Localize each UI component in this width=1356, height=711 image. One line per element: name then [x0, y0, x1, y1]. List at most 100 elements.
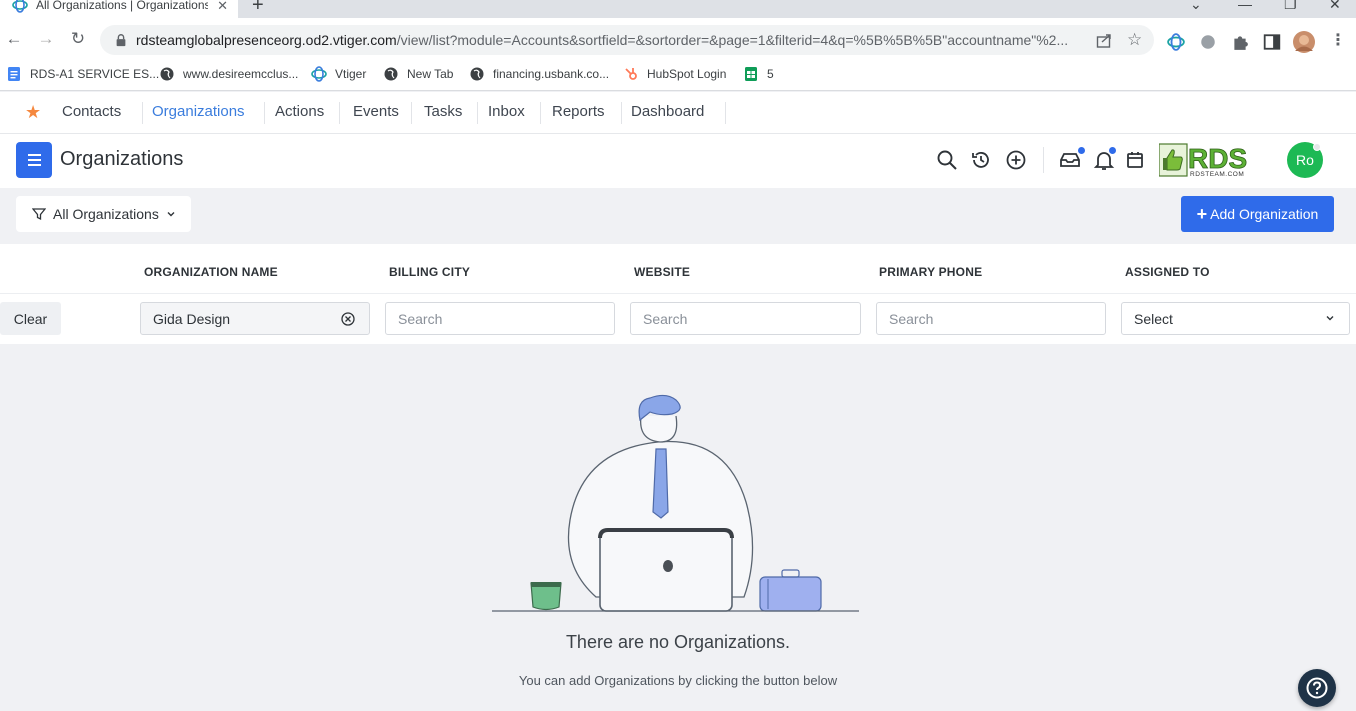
nav-item-reports[interactable]: Reports	[552, 92, 605, 134]
help-button[interactable]	[1298, 669, 1336, 707]
website-search-placeholder: Search	[643, 310, 688, 327]
question-mark-icon	[1306, 677, 1328, 699]
extension-icon[interactable]	[1199, 33, 1217, 51]
column-header-primary-phone[interactable]: PRIMARY PHONE	[879, 265, 982, 279]
bookmark-label: RDS-A1 SERVICE ES...	[30, 67, 160, 81]
tab-search-icon[interactable]: ⌄	[1190, 0, 1202, 13]
filter-label: All Organizations	[53, 206, 159, 222]
nav-divider	[540, 102, 541, 124]
browser-menu-icon[interactable]: ⋮	[1330, 30, 1346, 49]
nav-item-events[interactable]: Events	[353, 92, 399, 134]
bookmark-label: www.desireemcclus...	[183, 67, 299, 81]
svg-text:RDS: RDS	[1188, 143, 1247, 174]
vtiger-icon	[12, 0, 28, 13]
empty-state-title: There are no Organizations.	[565, 632, 791, 652]
add-organization-button[interactable]: + Add Organization	[1181, 196, 1334, 232]
billing-city-search-input[interactable]: Search	[385, 302, 615, 335]
side-panel-icon[interactable]	[1263, 33, 1281, 51]
vtiger-extension-icon[interactable]	[1167, 33, 1185, 51]
nav-item-inbox[interactable]: Inbox	[488, 92, 525, 134]
header-divider	[1043, 147, 1044, 173]
column-header-assigned-to[interactable]: ASSIGNED TO	[1125, 265, 1210, 279]
nav-item-contacts[interactable]: Contacts	[62, 92, 121, 134]
add-organization-label: Add Organization	[1210, 206, 1319, 222]
clear-filters-button[interactable]: Clear	[0, 302, 61, 335]
nav-item-actions[interactable]: Actions	[275, 92, 324, 134]
table-search-row: Clear Gida Design Search Search Search S…	[0, 294, 1356, 344]
notification-dot	[1109, 147, 1116, 154]
table-header: ORGANIZATION NAME BILLING CITY WEBSITE P…	[0, 244, 1356, 294]
share-icon[interactable]	[1096, 33, 1112, 49]
bookmark-item[interactable]: New Tab	[383, 66, 453, 82]
organization-name-search-value: Gida Design	[153, 310, 231, 327]
nav-divider	[725, 102, 726, 124]
assigned-to-select[interactable]: Select	[1121, 302, 1350, 335]
bookmark-item[interactable]: financing.usbank.co...	[469, 66, 609, 82]
search-icon[interactable]	[936, 149, 958, 171]
bookmark-item[interactable]: Vtiger	[311, 66, 366, 82]
filter-dropdown[interactable]: All Organizations	[16, 196, 191, 232]
bookmark-label: New Tab	[407, 67, 454, 81]
back-icon[interactable]: ←	[4, 29, 24, 49]
bookmark-label: HubSpot Login	[647, 67, 727, 81]
column-header-billing-city[interactable]: BILLING CITY	[389, 265, 470, 279]
organization-name-search-input[interactable]: Gida Design	[140, 302, 370, 335]
bookmark-star-icon[interactable]: ☆	[1127, 30, 1143, 49]
bookmark-item[interactable]: HubSpot Login	[623, 66, 726, 82]
bookmark-item[interactable]: RDS-A1 SERVICE ES...	[6, 66, 159, 82]
new-tab-icon[interactable]: +	[252, 0, 264, 17]
nav-divider	[411, 102, 412, 124]
nav-divider	[339, 102, 340, 124]
globe-icon	[470, 67, 484, 81]
column-header-organization-name[interactable]: ORGANIZATION NAME	[144, 265, 278, 279]
filter-funnel-icon	[32, 208, 46, 221]
clear-input-icon[interactable]	[341, 312, 355, 326]
user-status-dot	[1313, 143, 1321, 151]
bookmarks-bar: RDS-A1 SERVICE ES... www.desireemcclus..…	[0, 61, 1356, 91]
nav-item-dashboard[interactable]: Dashboard	[631, 92, 704, 134]
bookmark-label: financing.usbank.co...	[493, 67, 610, 81]
puzzle-extensions-icon[interactable]	[1231, 33, 1249, 51]
page-header: Organizations RDS RDSTEAM.COM Ro	[0, 134, 1356, 188]
address-bar[interactable]: rdsteamglobalpresenceorg.od2.vtiger.com /…	[100, 25, 1154, 55]
nav-divider	[477, 102, 478, 124]
docs-icon	[8, 67, 20, 81]
vtiger-icon	[311, 66, 327, 82]
close-tab-icon[interactable]: ✕	[217, 0, 228, 14]
rds-team-logo[interactable]: RDS RDSTEAM.COM	[1159, 142, 1261, 178]
url-path: /view/list?module=Accounts&sortfield=&so…	[396, 32, 1069, 48]
restore-icon[interactable]: ❐	[1284, 0, 1297, 13]
empty-state-illustration	[492, 394, 859, 612]
browser-toolbar: ← → ↻ rdsteamglobalpresenceorg.od2.vtige…	[0, 18, 1356, 61]
app-nav: ★ Contacts Organizations Actions Events …	[0, 92, 1356, 134]
bookmark-label: 5	[767, 67, 774, 81]
reload-icon[interactable]: ↻	[68, 29, 88, 49]
sheets-icon	[745, 67, 757, 81]
svg-text:RDSTEAM.COM: RDSTEAM.COM	[1190, 171, 1244, 178]
chevron-down-icon	[1326, 316, 1334, 321]
bookmark-item[interactable]: 5	[743, 66, 774, 82]
nav-item-tasks[interactable]: Tasks	[424, 92, 462, 134]
assigned-to-select-value: Select	[1134, 310, 1173, 327]
primary-phone-search-placeholder: Search	[889, 310, 934, 327]
website-search-input[interactable]: Search	[630, 302, 861, 335]
bookmark-item[interactable]: www.desireemcclus...	[159, 66, 298, 82]
history-icon[interactable]	[970, 149, 992, 171]
nav-item-organizations[interactable]: Organizations	[152, 92, 245, 134]
billing-city-search-placeholder: Search	[398, 310, 443, 327]
column-header-website[interactable]: WEBSITE	[634, 265, 690, 279]
add-circle-icon[interactable]	[1005, 149, 1027, 171]
primary-phone-search-input[interactable]: Search	[876, 302, 1106, 335]
inbox-unread-dot	[1078, 147, 1085, 154]
favorites-star-icon[interactable]: ★	[25, 102, 41, 123]
close-window-icon[interactable]: ✕	[1329, 0, 1341, 13]
profile-avatar-icon[interactable]	[1293, 31, 1315, 53]
plus-icon: +	[1196, 203, 1208, 224]
chevron-down-icon	[167, 212, 175, 217]
forward-icon[interactable]: →	[36, 29, 56, 49]
minimize-icon[interactable]: —	[1238, 0, 1252, 12]
calendar-icon[interactable]	[1124, 149, 1146, 171]
browser-tab[interactable]: All Organizations | Organizations ✕	[0, 0, 238, 18]
url-host: rdsteamglobalpresenceorg.od2.vtiger.com	[136, 32, 397, 48]
hamburger-menu-icon[interactable]	[16, 142, 52, 178]
